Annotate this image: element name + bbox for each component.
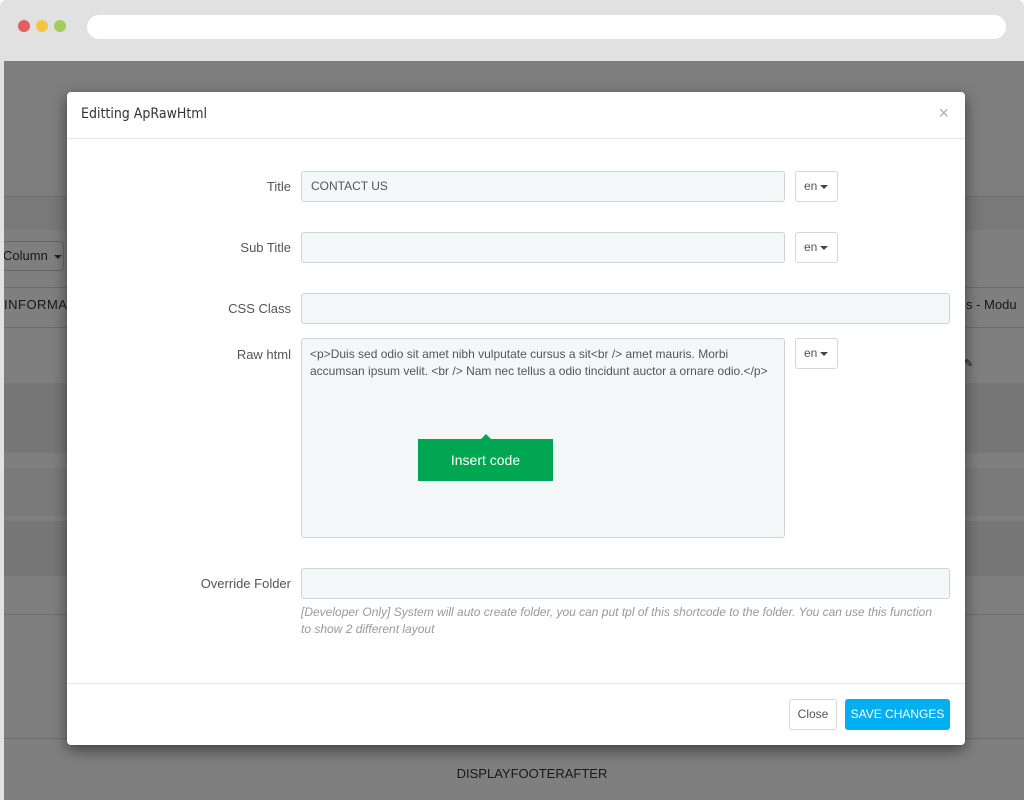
css-class-label: CSS Class bbox=[228, 301, 291, 316]
language-label: en bbox=[804, 179, 818, 193]
modal-title: Editting ApRawHtml bbox=[81, 106, 208, 122]
caret-down-icon bbox=[820, 245, 829, 250]
override-folder-input[interactable] bbox=[301, 568, 950, 599]
sub-title-language-dropdown[interactable]: en bbox=[795, 232, 838, 263]
sub-title-label: Sub Title bbox=[240, 240, 291, 255]
window-controls bbox=[18, 20, 66, 32]
close-window-dot[interactable] bbox=[18, 20, 30, 32]
minimize-window-dot[interactable] bbox=[36, 20, 48, 32]
title-input[interactable]: CONTACT US bbox=[301, 171, 785, 202]
raw-html-label: Raw html bbox=[236, 347, 291, 362]
raw-html-textarea[interactable]: <p>Duis sed odio sit amet nibh vulputate… bbox=[301, 338, 785, 538]
close-button[interactable]: Close bbox=[789, 699, 837, 730]
css-class-input[interactable] bbox=[301, 293, 950, 324]
modal-footer: Close SAVE CHANGES bbox=[67, 683, 965, 745]
close-icon[interactable]: × bbox=[938, 104, 949, 122]
insert-code-button[interactable]: Insert code bbox=[418, 434, 553, 481]
sub-title-input[interactable] bbox=[301, 232, 785, 263]
caret-down-icon bbox=[820, 184, 829, 189]
save-changes-button[interactable]: SAVE CHANGES bbox=[845, 699, 950, 730]
caret-down-icon bbox=[820, 351, 829, 356]
override-folder-help-text: [Developer Only] System will auto create… bbox=[301, 605, 933, 636]
raw-html-language-dropdown[interactable]: en bbox=[795, 338, 838, 369]
modal-header: Editting ApRawHtml × bbox=[67, 92, 965, 139]
override-folder-label: Override Folder bbox=[200, 576, 291, 591]
address-bar[interactable] bbox=[87, 15, 1006, 39]
title-label: Title bbox=[266, 179, 291, 194]
maximize-window-dot[interactable] bbox=[54, 20, 66, 32]
title-language-dropdown[interactable]: en bbox=[795, 171, 838, 202]
language-label: en bbox=[804, 346, 818, 360]
edit-modal: Editting ApRawHtml × Title CONTACT US en… bbox=[67, 92, 965, 745]
language-label: en bbox=[804, 240, 818, 254]
